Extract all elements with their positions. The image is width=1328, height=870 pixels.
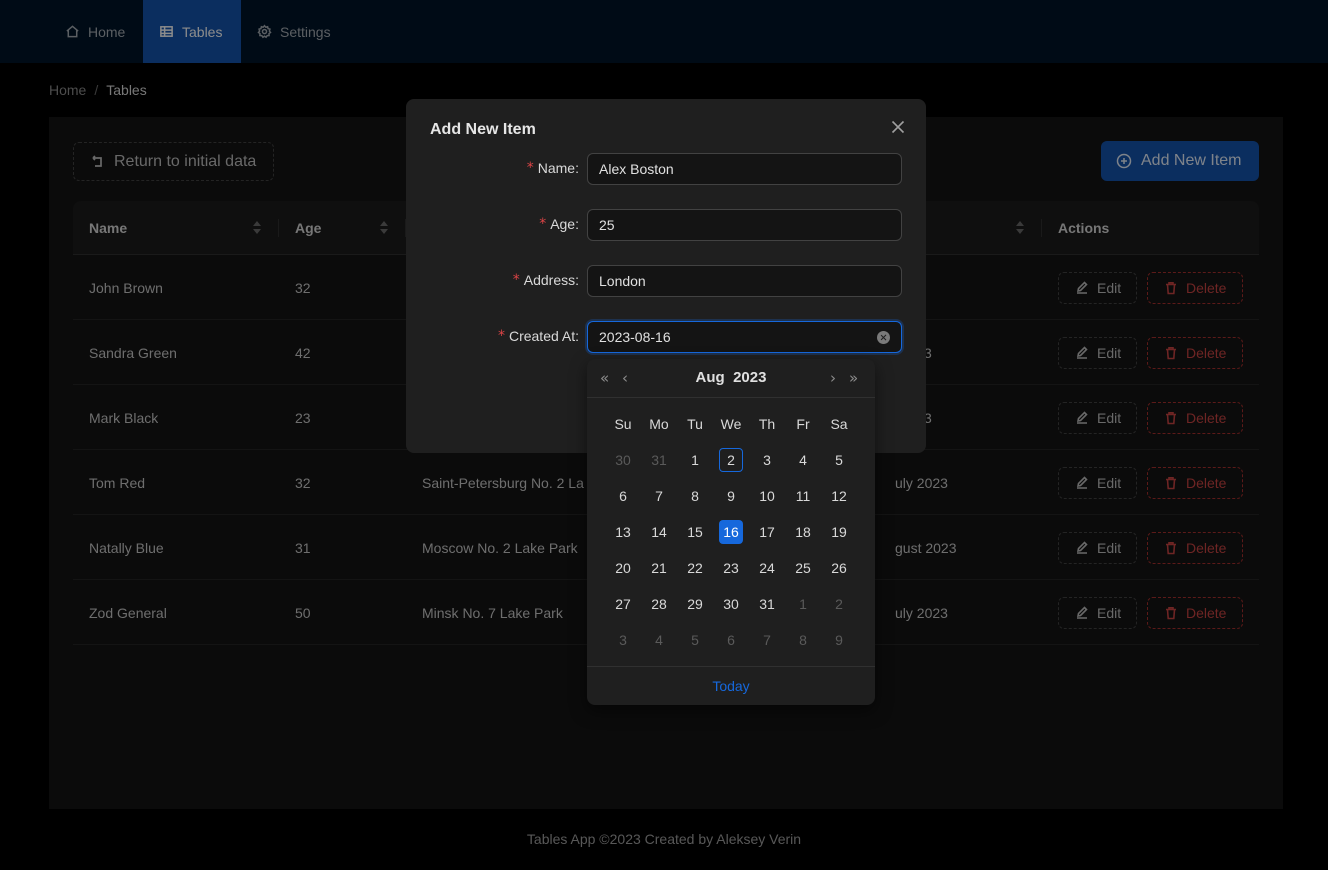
calendar-day-cell[interactable]: 7 [755,628,779,652]
weekday-label: Sa [830,416,848,432]
calendar-day-cell[interactable]: 3 [611,628,635,652]
calendar-day-cell[interactable]: 28 [647,592,671,616]
calendar-day-cell[interactable]: 24 [755,556,779,580]
calendar-day-cell[interactable]: 21 [647,556,671,580]
calendar-day-cell[interactable]: 9 [827,628,851,652]
date-picker-footer: Today [587,666,875,705]
calendar-day-cell[interactable]: 13 [611,520,635,544]
calendar-day-cell[interactable]: 8 [683,484,707,508]
age-label-text: Age [550,216,576,232]
calendar-day-cell[interactable]: 14 [647,520,671,544]
weekday-label: Fr [796,416,810,432]
calendar-day-cell[interactable]: 30 [611,448,635,472]
modal-title: Add New Item [430,121,536,138]
weekday-label: Th [758,416,776,432]
calendar-day-cell[interactable]: 4 [791,448,815,472]
calendar-day-cell[interactable]: 4 [647,628,671,652]
address-label-text: Address [523,272,576,288]
calendar-day-cell[interactable]: 5 [827,448,851,472]
clear-icon[interactable] [877,331,890,344]
calendar-day-cell[interactable]: 22 [683,556,707,580]
calendar-day-cell[interactable]: 10 [755,484,779,508]
created-at-label: * Created At: [497,328,579,344]
calendar-day-cell[interactable]: 31 [755,592,779,616]
required-mark: * [526,160,534,176]
calendar-day-cell[interactable]: 25 [791,556,815,580]
name-label-text: Name [537,160,576,176]
calendar-day-cell[interactable]: 12 [827,484,851,508]
calendar-day-cell[interactable]: 29 [683,592,707,616]
calendar-day-cell[interactable]: 16 [719,520,743,544]
calendar-day-cell[interactable]: 31 [647,448,671,472]
created-at-date-input[interactable]: 2023-08-16 [587,321,902,353]
created-at-label-text: Created At [508,328,576,344]
next-month-icon[interactable]: › [830,369,836,387]
calendar-day-cell[interactable]: 27 [611,592,635,616]
calendar-day-cell[interactable]: 1 [791,592,815,616]
next-year-icon[interactable]: » [849,369,858,387]
calendar-day-cell[interactable]: 17 [755,520,779,544]
name-input[interactable]: Alex Boston [587,153,902,185]
calendar-day-cell[interactable]: 26 [827,556,851,580]
address-label: * Address: [512,272,579,288]
weekday-label: We [720,416,742,432]
calendar-day-cell[interactable]: 15 [683,520,707,544]
calendar-day-cell[interactable]: 7 [647,484,671,508]
calendar-day-cell[interactable]: 30 [719,592,743,616]
close-button[interactable] [887,116,909,138]
age-input-value: 25 [599,217,615,233]
calendar-day-cell[interactable]: 3 [755,448,779,472]
calendar-day-cell[interactable]: 18 [791,520,815,544]
calendar-day-cell[interactable]: 6 [611,484,635,508]
name-input-value: Alex Boston [599,161,674,177]
calendar-day-cell[interactable]: 23 [719,556,743,580]
date-picker-header: « ‹ Aug 2023 › » [587,359,875,398]
calendar-day-cell[interactable]: 2 [827,592,851,616]
calendar-day-cell[interactable]: 19 [827,520,851,544]
created-at-input-value: 2023-08-16 [599,329,671,345]
address-input-value: London [599,273,646,289]
required-mark: * [497,328,505,344]
today-button[interactable]: Today [712,678,749,694]
date-picker-dropdown: « ‹ Aug 2023 › » Su Mo Tu We Th Fr Sa 30 31 1 2 3 4… [587,359,875,705]
age-label: * Age: [539,216,579,232]
calendar-day-cell[interactable]: 8 [791,628,815,652]
required-mark: * [512,272,520,288]
calendar-day-cell[interactable]: 20 [611,556,635,580]
address-input[interactable]: London [587,265,902,297]
calendar-day-cell[interactable]: 2 [719,448,743,472]
calendar-day-cell[interactable]: 11 [791,484,815,508]
name-label: * Name: [526,160,579,176]
year-select[interactable]: 2023 [733,369,766,386]
calendar-day-cell[interactable]: 9 [719,484,743,508]
calendar-day-cell[interactable]: 1 [683,448,707,472]
calendar-day-cell[interactable]: 5 [683,628,707,652]
weekday-label: Mo [649,416,669,432]
required-mark: * [539,216,547,232]
calendar-day-cell[interactable]: 6 [719,628,743,652]
weekday-label: Su [614,416,632,432]
close-icon [891,120,905,134]
weekday-label: Tu [687,416,703,432]
age-input[interactable]: 25 [587,209,902,241]
month-select[interactable]: Aug [696,369,725,386]
